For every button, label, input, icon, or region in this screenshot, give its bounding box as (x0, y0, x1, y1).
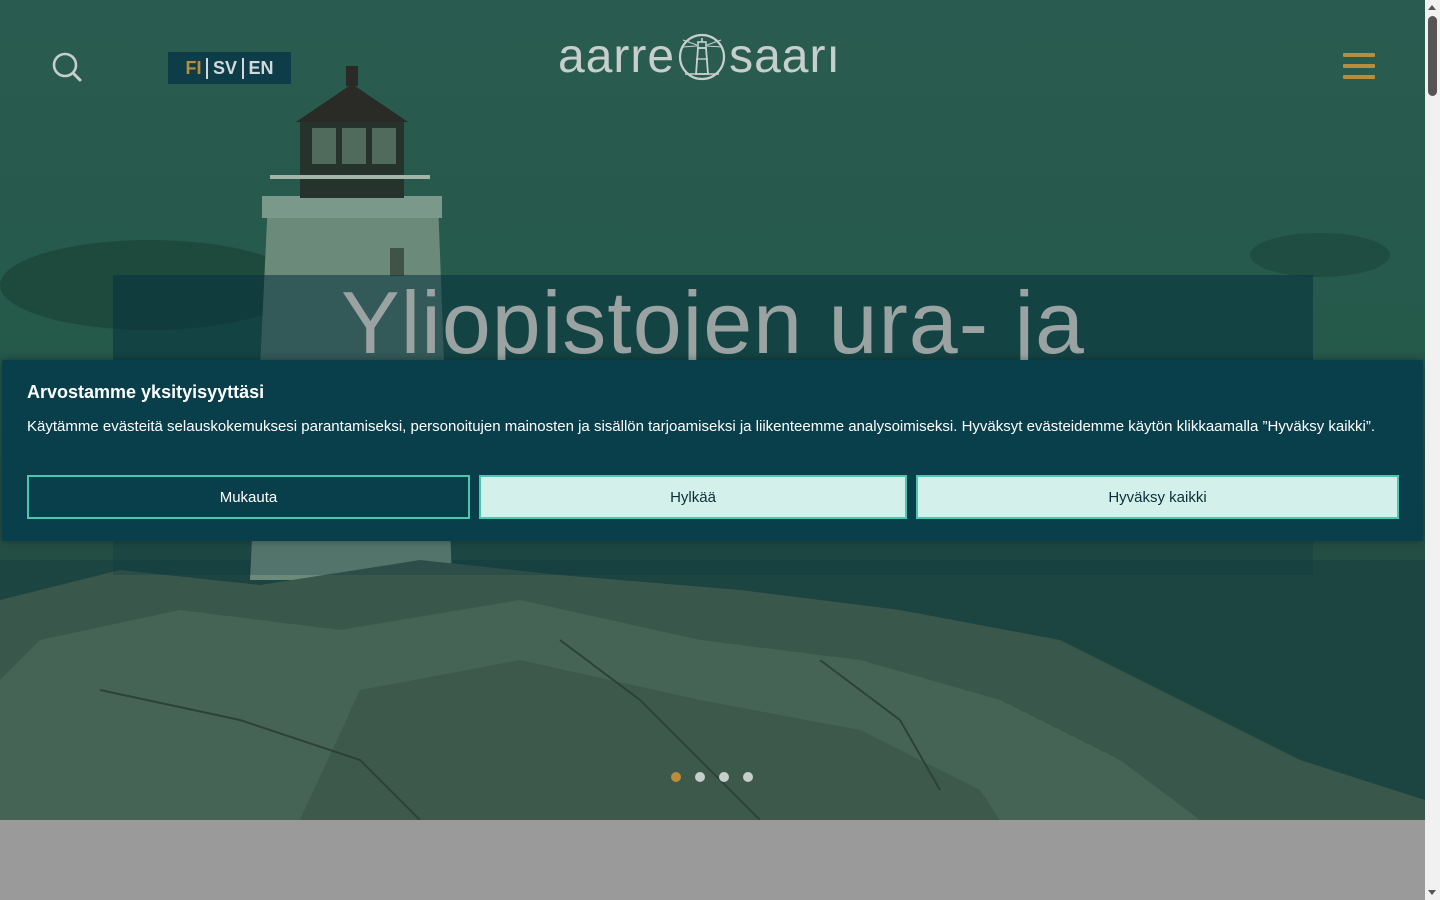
page-scrollbar[interactable] (1425, 0, 1440, 900)
search-button[interactable] (50, 50, 84, 84)
scrollbar-thumb[interactable] (1428, 16, 1437, 96)
language-sv[interactable]: SV (208, 58, 242, 79)
reject-button[interactable]: Hylkää (479, 475, 907, 519)
hamburger-icon-bar (1343, 64, 1375, 68)
carousel-dots (671, 772, 753, 782)
language-fi[interactable]: FI (180, 58, 206, 79)
search-icon (52, 52, 82, 82)
logo-text-right: saarı (729, 29, 841, 83)
carousel-dot-3[interactable] (719, 772, 729, 782)
hero-headline-box: Yliopistojen ura- ja (113, 275, 1313, 360)
hamburger-icon-bar (1343, 75, 1375, 79)
scroll-up-arrow-icon[interactable] (1428, 5, 1436, 10)
content-section (0, 820, 1425, 900)
lighthouse-logo-icon (678, 33, 726, 81)
hero-headline: Yliopistojen ura- ja (341, 275, 1085, 360)
cookie-consent-banner: Arvostamme yksityisyyttäsi Käytämme eväs… (2, 360, 1423, 541)
cookie-banner-title: Arvostamme yksityisyyttäsi (27, 382, 265, 402)
language-switcher: FI SV EN (168, 52, 291, 84)
hero-headline-box-bottom (113, 540, 1313, 575)
menu-button[interactable] (1343, 53, 1375, 79)
accept-all-button[interactable]: Hyväksy kaikki (916, 475, 1399, 519)
hamburger-icon (1343, 53, 1375, 57)
language-en[interactable]: EN (244, 58, 279, 79)
cookie-banner-text: Käytämme evästeitä selauskokemuksesi par… (27, 418, 1376, 435)
scroll-down-arrow-icon[interactable] (1428, 890, 1436, 895)
carousel-dot-2[interactable] (695, 772, 705, 782)
site-logo[interactable]: aarre saarı (558, 28, 841, 84)
customize-button[interactable]: Mukauta (27, 475, 470, 519)
carousel-dot-1[interactable] (671, 772, 681, 782)
logo-text-left: aarre (558, 29, 676, 83)
carousel-dot-4[interactable] (743, 772, 753, 782)
